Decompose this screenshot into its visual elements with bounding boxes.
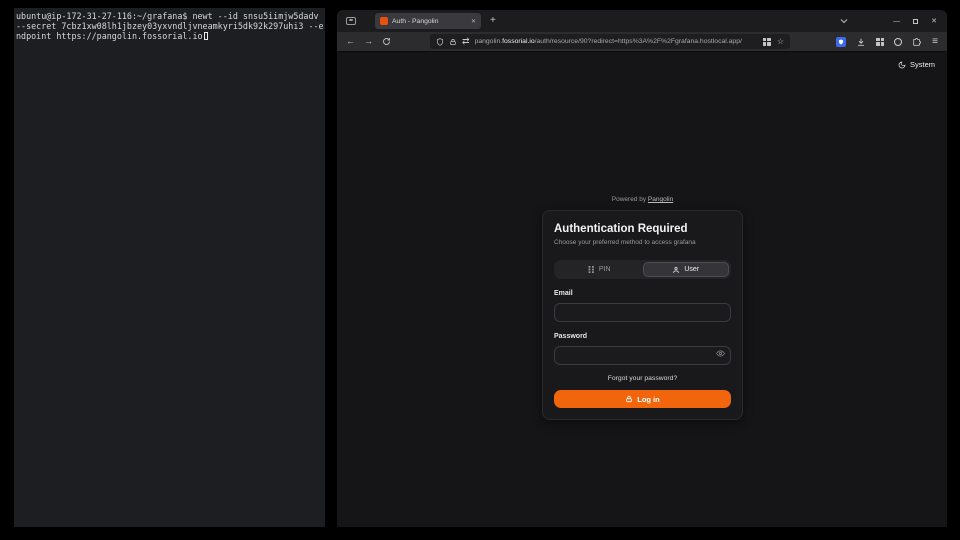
show-password-button[interactable]: [716, 349, 725, 358]
tab-user-label: User: [684, 266, 699, 273]
password-field[interactable]: [554, 346, 731, 365]
menu-hamburger-icon[interactable]: ≡: [932, 37, 938, 47]
card-title: Authentication Required: [554, 222, 731, 236]
browser-navbar: ← → ⇄ pangolin.fossorial.io/auth/resourc…: [337, 32, 947, 52]
browser-tab-active[interactable]: Auth - Pangolin ✕: [375, 13, 481, 29]
chevron-down-icon[interactable]: [840, 18, 848, 24]
circle-extension-icon[interactable]: [894, 38, 902, 46]
email-input-wrap: [554, 301, 731, 322]
close-window-button[interactable]: ✕: [931, 17, 937, 25]
password-label: Password: [554, 333, 731, 341]
reload-icon[interactable]: [382, 37, 391, 46]
tab-close-icon[interactable]: ✕: [471, 18, 476, 25]
page-content: System Powered by Pangolin Authenticatio…: [337, 52, 947, 527]
firefox-view-icon[interactable]: [346, 17, 356, 25]
shield-icon[interactable]: [436, 38, 444, 46]
auth-section: Powered by Pangolin Authentication Requi…: [542, 196, 743, 420]
moon-icon: [898, 61, 906, 69]
auth-card: Authentication Required Choose your pref…: [542, 210, 743, 420]
email-field[interactable]: [554, 303, 731, 322]
tab-pin[interactable]: PIN: [556, 262, 643, 277]
email-label: Email: [554, 290, 731, 298]
theme-toggle[interactable]: System: [898, 60, 935, 69]
terminal-line: ndpoint https://pangolin.fossorial.io: [16, 32, 323, 42]
powered-by-text: Powered by: [612, 196, 646, 203]
maximize-button[interactable]: [913, 19, 918, 24]
url-domain-prefix: pangolin.: [475, 38, 503, 45]
minimize-button[interactable]: —: [893, 18, 900, 25]
urlbar-right-icons: ☆: [763, 38, 784, 46]
terminal-line-text: ndpoint https://pangolin.fossorial.io: [16, 31, 203, 41]
browser-titlebar: Auth - Pangolin ✕ + — ✕: [337, 10, 947, 32]
new-tab-button[interactable]: +: [490, 16, 496, 26]
terminal-window[interactable]: ubuntu@ip-172-31-27-116:~/grafana$ newt …: [14, 8, 325, 527]
tab-user[interactable]: User: [643, 262, 730, 277]
tab-title: Auth - Pangolin: [392, 18, 467, 25]
lock-icon[interactable]: [449, 38, 457, 46]
eye-icon: [716, 349, 725, 358]
url-fade: [742, 34, 758, 49]
url-path: /auth/resource/90?redirect=https%3A%2F%2…: [535, 38, 742, 45]
password-input-wrap: [554, 344, 731, 365]
url-bar[interactable]: ⇄ pangolin.fossorial.io/auth/resource/90…: [430, 34, 790, 49]
login-button[interactable]: Log in: [554, 390, 731, 408]
maximize-icon: [913, 19, 918, 24]
pangolin-link[interactable]: Pangolin: [648, 196, 673, 203]
url-domain: fossorial.io: [502, 38, 535, 45]
url-text: pangolin.fossorial.io/auth/resource/90?r…: [475, 38, 758, 45]
container-grid-icon[interactable]: [763, 38, 771, 46]
lock-button-icon: [625, 395, 633, 403]
theme-label: System: [910, 60, 935, 69]
keypad-icon: [588, 266, 595, 273]
login-button-label: Log in: [637, 395, 660, 404]
extensions-grid-icon[interactable]: [876, 38, 884, 46]
card-subtitle: Choose your preferred method to access g…: [554, 239, 731, 247]
bookmark-star-icon[interactable]: ☆: [777, 38, 784, 46]
user-icon: [672, 266, 680, 274]
forward-icon[interactable]: →: [364, 37, 373, 46]
pangolin-favicon-icon: [380, 17, 388, 25]
auth-method-tabs: PIN User: [554, 260, 731, 279]
download-icon[interactable]: [856, 37, 866, 47]
back-icon[interactable]: ←: [346, 37, 355, 46]
blue-shield-extension-icon[interactable]: [836, 37, 846, 47]
toolbar-extension-icons: ≡: [836, 37, 938, 47]
puzzle-extension-icon[interactable]: [912, 37, 922, 47]
forgot-password-link[interactable]: Forgot your password?: [554, 375, 731, 383]
powered-by: Powered by Pangolin: [542, 196, 743, 203]
browser-window: Auth - Pangolin ✕ + — ✕ ← → ⇄ pangolin.f…: [337, 10, 947, 527]
terminal-cursor: [204, 32, 208, 40]
tab-pin-label: PIN: [599, 266, 611, 273]
permissions-arrows-icon[interactable]: ⇄: [462, 37, 470, 46]
